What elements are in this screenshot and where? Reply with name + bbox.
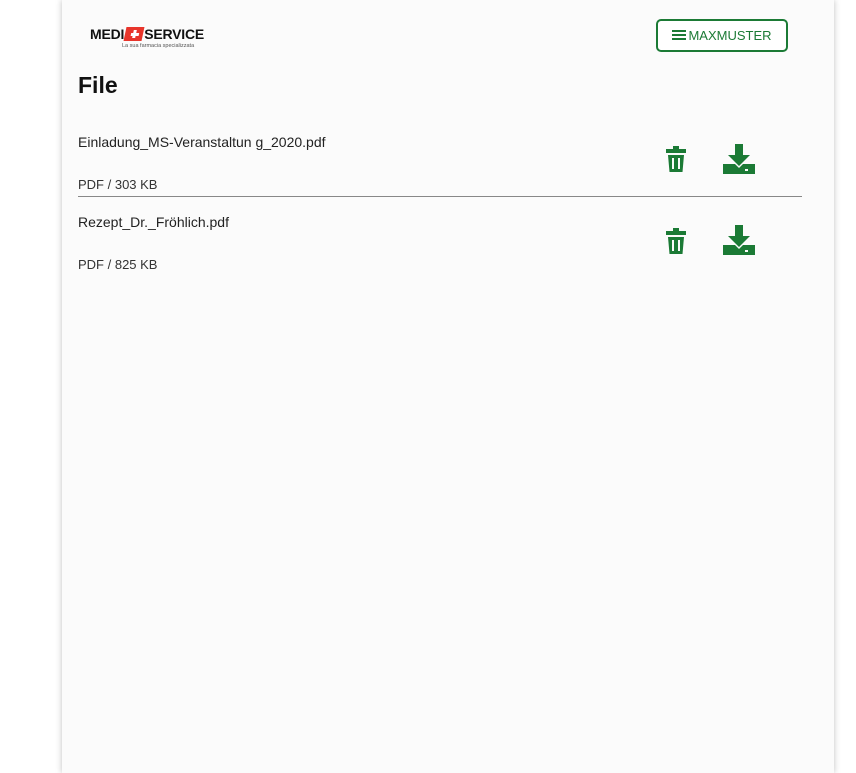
file-name: Einladung_MS-Veranstaltun g_2020.pdf bbox=[78, 134, 326, 150]
delete-file-button[interactable] bbox=[666, 146, 686, 177]
app-panel: MEDI SERVICE La sua farmacia specializza… bbox=[62, 0, 834, 773]
download-icon bbox=[723, 144, 755, 174]
logo-text-service: SERVICE bbox=[144, 26, 205, 42]
user-menu-label: MAXMUSTER bbox=[688, 27, 772, 43]
hamburger-icon bbox=[672, 30, 687, 40]
file-name: Rezept_Dr._Fröhlich.pdf bbox=[78, 214, 229, 230]
logo-text-medi: MEDI bbox=[90, 26, 125, 42]
download-icon bbox=[723, 225, 755, 255]
file-meta: PDF / 825 KB bbox=[78, 257, 158, 272]
file-list-item: Rezept_Dr._Fröhlich.pdf PDF / 825 KB bbox=[78, 214, 802, 274]
file-list-item: Einladung_MS-Veranstaltun g_2020.pdf PDF… bbox=[78, 134, 802, 197]
delete-file-button[interactable] bbox=[666, 228, 686, 259]
trash-icon bbox=[666, 228, 686, 254]
swiss-cross-icon bbox=[123, 27, 145, 41]
logo-tagline: La sua farmacia specializzata bbox=[122, 43, 195, 49]
trash-icon bbox=[666, 146, 686, 172]
download-file-button[interactable] bbox=[723, 144, 755, 179]
page-title: File bbox=[78, 72, 118, 98]
medi-service-logo[interactable]: MEDI SERVICE La sua farmacia specializza… bbox=[90, 26, 250, 62]
file-meta: PDF / 303 KB bbox=[78, 177, 158, 192]
download-file-button[interactable] bbox=[723, 225, 755, 260]
user-menu-button[interactable]: MAXMUSTER bbox=[656, 19, 788, 52]
logo-wordmark: MEDI SERVICE bbox=[90, 26, 250, 42]
